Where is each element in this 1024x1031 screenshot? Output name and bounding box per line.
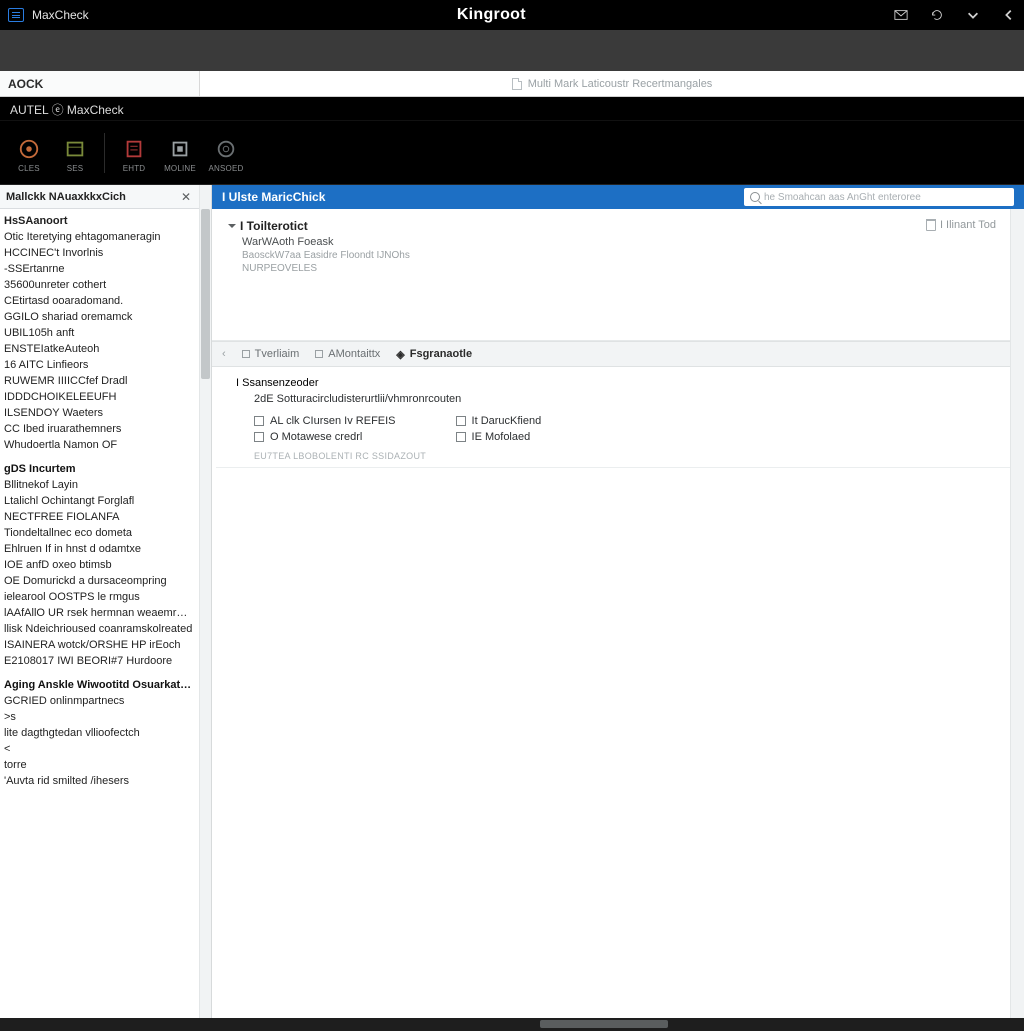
tree-item[interactable]: >s [2,709,195,725]
tree-item[interactable]: CC Ibed iruarathemners [2,421,195,437]
tree-item[interactable]: CEtirtasd ooaradomand. [2,293,195,309]
chevron-left-icon[interactable] [1002,8,1016,22]
chevron-down-icon[interactable] [966,8,980,22]
card-subtitle: WarWAoth Foeask [242,236,996,248]
properties-panel: I Ssansenzeoder 2dE Sotturacircludisteru… [212,367,1010,476]
ribbon-btn-2[interactable]: SES [52,134,98,173]
item-card: I Ilinant Tod I Toilterotict WarWAoth Fo… [212,209,1010,341]
tree-item[interactable]: GGILO shariad oremamck [2,309,195,325]
close-icon[interactable]: ✕ [179,190,193,204]
tree-item[interactable]: lAAfAllO UR rsek hermnan weaemreadton [2,605,195,621]
sidebar-scrollbar[interactable] [199,185,211,1018]
sidebar: Mallckk NAuaxkkxCich ✕ HsSAanoortOtic It… [0,185,212,1018]
tab-strip: AOCK Multi Mark Laticoustr Recertmangale… [0,71,1024,97]
ribbon-toolbar: CLES SES EHTD MOLINE ANSOED [0,121,1024,185]
property-row[interactable]: O Motawese credrl [254,431,396,443]
scrollbar-thumb[interactable] [201,209,210,379]
props-title: I Ssansenzeoder [236,377,319,389]
tree-item[interactable]: E2108017 IWI BEORI#7 Hurdoore [2,653,195,669]
app-title: Kingroot [89,6,894,24]
content-title: I Ulste MaricChick [222,190,325,204]
tree-item[interactable]: 16 AITC Linfieors [2,357,195,373]
breadcrumb-item[interactable]: Tverliaim [242,348,300,360]
tree-item[interactable]: RUWEMR IIIICCfef Dradl [2,373,195,389]
checkbox-icon [254,432,264,442]
sidebar-tree: HsSAanoortOtic Iteretying ehtagomaneragi… [0,209,199,799]
chevron-left-icon[interactable]: ‹ [222,348,226,360]
tree-item[interactable]: NECTFREE FIOLANFA [2,509,195,525]
content-header: I Ulste MaricChick he Smoahcan aas AnGht… [212,185,1024,209]
checkbox-icon [456,432,466,442]
ribbon-btn-5[interactable]: ANSOED [203,134,249,173]
expand-icon[interactable] [228,224,236,228]
tree-item[interactable]: ILSENDOY Waeters [2,405,195,421]
props-mid: EU7TEA LBOBOLENTI RC SSIDAZOUT [254,451,996,461]
footer-bar [0,1018,1024,1031]
tree-item[interactable]: lite dagthgtedan vllioofectch [2,725,195,741]
property-row[interactable]: IE Mofolaed [456,431,542,443]
breadcrumb: ‹ Tverliaim AMontaittx ◈Fsgranaotle [212,341,1010,367]
tree-item[interactable]: IDDDCHOIKELEEUFH [2,389,195,405]
document-icon [512,78,522,90]
property-row[interactable]: It DarucKfiend [456,415,542,427]
tree-item[interactable]: ISAINERA wotck/ORSHE HP irEoch [2,637,195,653]
tree-item[interactable]: UBIL105h anft [2,325,195,341]
tree-item[interactable]: Ltalichl Ochintangt Forglafl [2,493,195,509]
card-title: I Toilterotict [240,219,308,233]
tree-item[interactable]: < [2,741,195,757]
search-input[interactable]: he Smoahcan aas AnGht enteroree [744,188,1014,206]
tree-item[interactable]: -SSErtanrne [2,261,195,277]
card-meta-2: NURPEOVELES [242,263,996,274]
tree-item[interactable]: GCRIED onlinmpartnecs [2,693,195,709]
tab-main[interactable]: Multi Mark Laticoustr Recertmangales [200,71,1024,96]
menu-icon[interactable] [8,8,24,22]
tree-item[interactable]: OE Domurickd a dursaceompring [2,573,195,589]
breadcrumb-item-active[interactable]: ◈Fsgranaotle [396,348,472,361]
refresh-icon[interactable] [930,8,944,22]
ribbon-btn-3[interactable]: EHTD [111,134,157,173]
tree-item[interactable]: llisk Ndeichrioused coanramskolreated [2,621,195,637]
tab-aock[interactable]: AOCK [0,71,200,96]
trash-icon [926,219,936,231]
tree-item[interactable]: Bllitnekof Layin [2,477,195,493]
content-scrollbar[interactable] [1010,209,1024,1018]
tab-main-label: Multi Mark Laticoustr Recertmangales [528,78,713,90]
sidebar-header: Mallckk NAuaxkkxCich ✕ [0,185,199,209]
tree-item[interactable]: Otic Iteretying ehtagomaneragin [2,229,195,245]
title-bar: MaxCheck Kingroot [0,0,1024,30]
tree-item[interactable]: ielearool OOSTPS le rmgus [2,589,195,605]
checkbox-icon [456,416,466,426]
banner [0,30,1024,71]
tree-item[interactable]: torre [2,757,195,773]
tree-item[interactable]: Tiondeltallnec eco dometa [2,525,195,541]
checkbox-icon [254,416,264,426]
card-meta-1: BaosckW7aa Easidre Floondt IJNOhs [242,250,996,261]
tree-item[interactable]: 'Auvta rid smilted /ihesers [2,773,195,789]
ribbon-btn-4[interactable]: MOLINE [157,134,203,173]
card-toolbar[interactable]: I Ilinant Tod [926,219,996,231]
tree-group-heading[interactable]: Aging Anskle Wiwootitd Osuarkatuterl [2,677,195,693]
window-tab-title: MaxCheck [32,8,89,22]
tree-group-heading[interactable]: HsSAanoort [2,213,195,229]
property-row[interactable]: AL clk CIursen Iv REFEIS [254,415,396,427]
footer-scroll-thumb[interactable] [540,1020,668,1028]
tree-item[interactable]: ENSTEIatkeAuteoh [2,341,195,357]
sidebar-title: Mallckk NAuaxkkxCich [6,191,179,203]
content-area: I Ulste MaricChick he Smoahcan aas AnGht… [212,185,1024,1018]
brand-line: AUTEL ⓔ MaxCheck [0,97,1024,121]
mail-icon[interactable] [894,8,908,22]
tree-item[interactable]: HCCINEC't Invorlnis [2,245,195,261]
ribbon-btn-1[interactable]: CLES [6,134,52,173]
tree-item[interactable]: IOE anfD oxeo btimsb [2,557,195,573]
breadcrumb-item[interactable]: AMontaittx [315,348,380,360]
props-desc: 2dE Sotturacircludisterurtlii/vhmronrcou… [254,393,996,405]
tree-group-heading[interactable]: gDS Incurtem [2,461,195,477]
tree-item[interactable]: Ehlruen If in hnst d odamtxe [2,541,195,557]
search-icon [750,192,760,202]
search-placeholder: he Smoahcan aas AnGht enteroree [764,192,921,203]
tree-item[interactable]: 35600unreter cothert [2,277,195,293]
tree-item[interactable]: Whudoertla Namon OF [2,437,195,453]
